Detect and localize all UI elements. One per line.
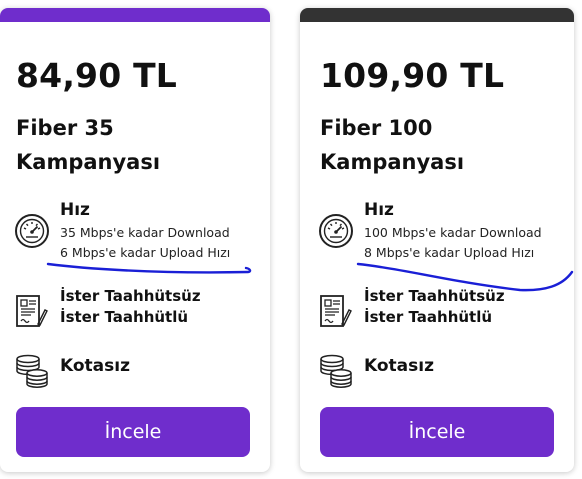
plan-card-fiber-35: 84,90 TL Fiber 35 Kampanyası Hız 35 Mbps… <box>0 8 270 472</box>
quota-label: Kotasız <box>364 356 434 376</box>
upload-speed: 6 Mbps'e kadar Upload Hızı <box>60 245 231 260</box>
contract-option-commitment: İster Taahhütlü <box>60 308 189 326</box>
plan-title-line: Kampanyası <box>16 150 161 174</box>
quota-label: Kotasız <box>60 356 130 376</box>
plan-price: 84,90 TL <box>16 56 178 95</box>
plan-title-line: Fiber 100 <box>320 116 433 140</box>
upload-speed: 8 Mbps'e kadar Upload Hızı <box>364 245 535 260</box>
card-top-accent-bar <box>0 8 270 22</box>
plan-title-line: Kampanyası <box>320 150 465 174</box>
inspect-button[interactable]: İncele <box>16 407 250 457</box>
contract-option-no-commitment: İster Taahhütsüz <box>60 287 201 305</box>
plan-title-line: Fiber 35 <box>16 116 114 140</box>
plan-title: Fiber 100 Kampanyası <box>320 111 464 179</box>
coins-icon <box>14 354 50 388</box>
speed-heading: Hız <box>364 200 394 220</box>
contract-option-commitment: İster Taahhütlü <box>364 308 493 326</box>
inspect-button[interactable]: İncele <box>320 407 554 457</box>
speedometer-icon <box>318 213 354 249</box>
download-speed: 100 Mbps'e kadar Download <box>364 225 542 240</box>
plan-card-fiber-100: 109,90 TL Fiber 100 Kampanyası Hız 100 M… <box>300 8 574 472</box>
contract-icon <box>14 294 48 330</box>
card-top-accent-bar <box>300 8 574 22</box>
contract-option-no-commitment: İster Taahhütsüz <box>364 287 505 305</box>
speedometer-icon <box>14 213 50 249</box>
contract-icon <box>318 294 352 330</box>
download-speed: 35 Mbps'e kadar Download <box>60 225 230 240</box>
speed-heading: Hız <box>60 200 90 220</box>
coins-icon <box>318 354 354 388</box>
plan-price: 109,90 TL <box>320 56 505 95</box>
plan-title: Fiber 35 Kampanyası <box>16 111 160 179</box>
